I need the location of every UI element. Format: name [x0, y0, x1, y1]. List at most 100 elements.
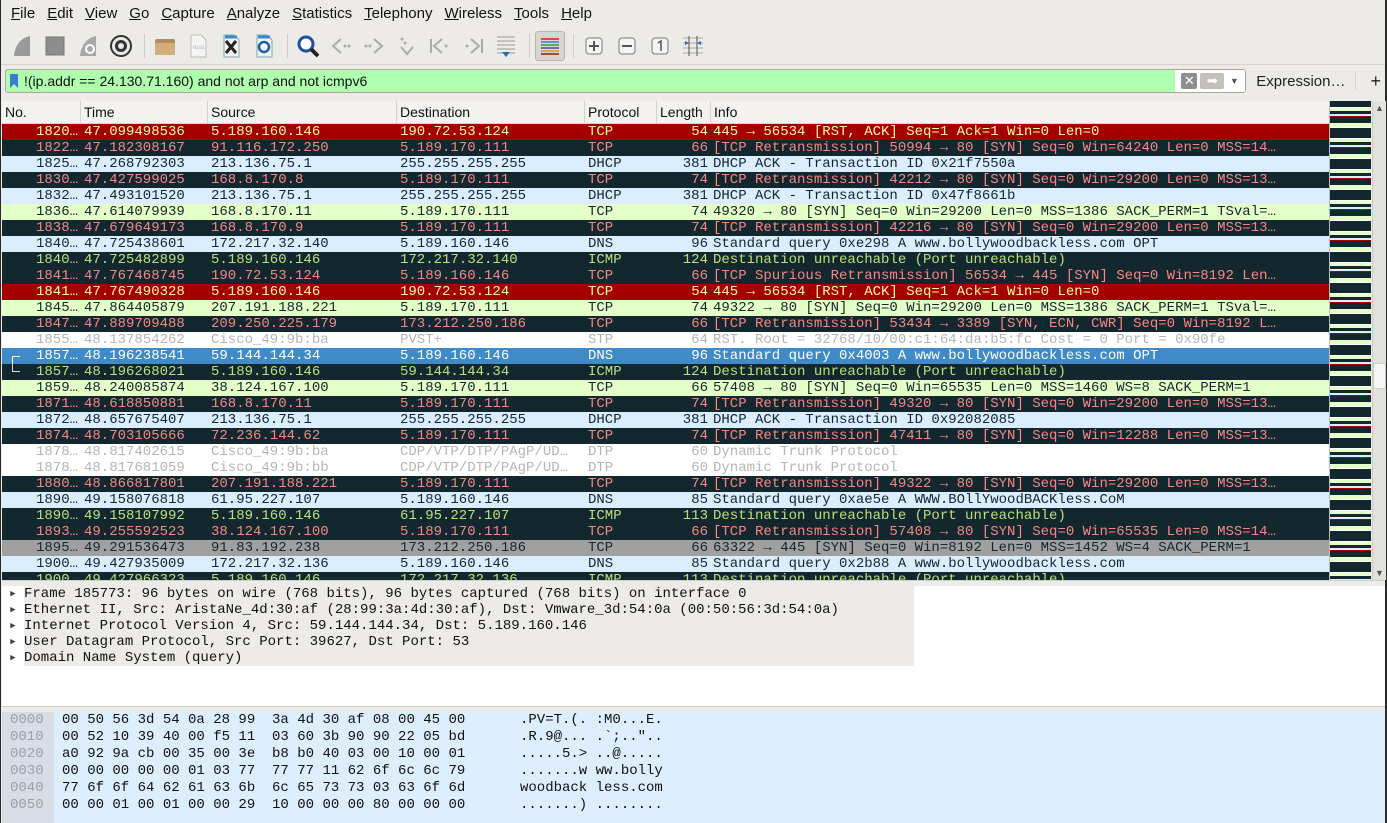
expand-arrow-icon[interactable]: ▶	[2, 653, 24, 663]
packet-row[interactable]: 1838… 47.679649173 168.8.170.9 5.189.170.11…	[2, 220, 1329, 236]
packet-row[interactable]: 1855… 48.137854262 Cisco_49:9b:ba PVST+ STP 6…	[2, 332, 1329, 348]
packet-row[interactable]: 1820… 47.099498536 5.189.160.146 190.72.53.…	[2, 124, 1329, 140]
expand-arrow-icon[interactable]: ▶	[2, 589, 24, 599]
scrollbar-thumb[interactable]	[1373, 363, 1386, 389]
stop-capture-button[interactable]	[40, 31, 70, 61]
hex-bytes[interactable]: 00 00 00 00 00 01 03 77 77 77 11 62 6f 6…	[54, 763, 510, 780]
go-to-packet-button[interactable]	[392, 31, 422, 61]
colorize-button[interactable]	[535, 30, 565, 61]
packet-list-scrollbar[interactable]: ▲ ▼	[1372, 101, 1386, 580]
packet-row[interactable]: 1847… 47.889709488 209.250.225.179 173.212.…	[2, 316, 1329, 332]
column-header-length[interactable]: Length	[657, 101, 711, 123]
packet-row[interactable]: 1857… 48.196268021 5.189.160.146 59.144.144…	[2, 364, 1329, 380]
hex-bytes[interactable]: 77 6f 6f 64 62 61 63 6b 6c 65 73 73 03 6…	[54, 780, 510, 797]
column-header-no[interactable]: No.	[2, 101, 81, 123]
detail-tree-item[interactable]: ▶ Frame 185773: 96 bytes on wire (768 bit…	[2, 586, 1385, 602]
column-header-source[interactable]: Source	[208, 101, 397, 123]
packet-minimap[interactable]	[1329, 101, 1371, 580]
packet-row[interactable]: 1825… 47.268792303 213.136.75.1 255.255.255…	[2, 156, 1329, 172]
ascii-bytes[interactable]: .....5.> ..@.....	[510, 746, 663, 763]
menu-tools[interactable]: Tools	[508, 5, 555, 22]
go-back-button[interactable]	[326, 31, 356, 61]
scroll-down-button[interactable]: ▼	[1373, 566, 1386, 580]
ascii-bytes[interactable]: .......) ........	[510, 797, 663, 814]
packet-row[interactable]: 1878… 48.817681059 Cisco_49:9b:bb CDP/VTP/D…	[2, 460, 1329, 476]
packet-row[interactable]: 1874… 48.703105666 72.236.144.62 5.189.170.…	[2, 428, 1329, 444]
scroll-up-button[interactable]: ▲	[1373, 101, 1386, 115]
packet-row[interactable]: 1890… 49.158076818 61.95.227.107 5.189.160.…	[2, 492, 1329, 508]
packet-row[interactable]: 1859… 48.240085874 38.124.167.100 5.189.170…	[2, 380, 1329, 396]
detail-tree-item[interactable]: ▶ Ethernet II, Src: AristaNe_4d:30:af (28…	[2, 602, 1385, 618]
expression-button[interactable]: Expression…	[1256, 72, 1357, 90]
packet-row[interactable]: 1836… 47.614079939 168.8.170.11 5.189.170.1…	[2, 204, 1329, 220]
go-last-button[interactable]	[458, 31, 488, 61]
open-file-button[interactable]	[150, 31, 180, 61]
menu-go[interactable]: Go	[123, 5, 155, 22]
hex-bytes[interactable]: 00 50 56 3d 54 0a 28 99 3a 4d 30 af 08 0…	[54, 712, 510, 729]
packet-row[interactable]: 1841… 47.767490328 5.189.160.146 190.72.53.…	[2, 284, 1329, 300]
packet-row[interactable]: 1871… 48.618850881 168.8.170.11 5.189.170.1…	[2, 396, 1329, 412]
packet-row[interactable]: 1900… 49.427935009 172.217.32.136 5.189.160…	[2, 556, 1329, 572]
hex-bytes[interactable]: a0 92 9a cb 00 35 00 3e b8 b0 40 03 00 1…	[54, 746, 510, 763]
zoom-out-button[interactable]	[612, 31, 642, 61]
ascii-bytes[interactable]: .R.9@... .`;.."..	[510, 729, 663, 746]
detail-tree-item[interactable]: ▶ Internet Protocol Version 4, Src: 59.14…	[2, 618, 1385, 634]
packet-row[interactable]: 1840… 47.725482899 5.189.160.146 172.217.32…	[2, 252, 1329, 268]
packet-row[interactable]: 1840… 47.725438601 172.217.32.140 5.189.160…	[2, 236, 1329, 252]
menu-analyze[interactable]: Analyze	[221, 5, 286, 22]
detail-tree-item[interactable]: ▶ Domain Name System (query)	[2, 650, 1385, 666]
menu-wireless[interactable]: Wireless	[439, 5, 509, 22]
packet-row[interactable]: 1880… 48.866817801 207.191.188.221 5.189.17…	[2, 476, 1329, 492]
ascii-bytes[interactable]: .......w ww.bolly	[510, 763, 663, 780]
menu-file[interactable]: File	[5, 5, 41, 22]
packet-row[interactable]: 1893… 49.255592523 38.124.167.100 5.189.170…	[2, 524, 1329, 540]
ascii-bytes[interactable]: .PV=T.(. :M0...E.	[510, 712, 663, 729]
hex-bytes[interactable]: 00 52 10 39 40 00 f5 11 03 60 3b 90 90 2…	[54, 729, 510, 746]
go-forward-button[interactable]	[359, 31, 389, 61]
resize-columns-button[interactable]	[678, 31, 708, 61]
capture-options-button[interactable]	[106, 31, 136, 61]
find-packet-button[interactable]	[293, 31, 323, 61]
packet-row[interactable]: 1822… 47.182308167 91.116.172.250 5.189.170…	[2, 140, 1329, 156]
restart-capture-button[interactable]	[73, 31, 103, 61]
packet-row[interactable]: 1832… 47.493101520 213.136.75.1 255.255.255…	[2, 188, 1329, 204]
column-header-protocol[interactable]: Protocol	[585, 101, 657, 123]
column-header-time[interactable]: Time	[81, 101, 208, 123]
expand-arrow-icon[interactable]: ▶	[2, 621, 24, 631]
expand-arrow-icon[interactable]: ▶	[2, 605, 24, 615]
start-capture-button[interactable]	[7, 31, 37, 61]
packet-row[interactable]: 1878… 48.817402615 Cisco_49:9b:ba CDP/VTP/D…	[2, 444, 1329, 460]
menu-edit[interactable]: Edit	[41, 5, 79, 22]
packet-row-selected[interactable]: 1857… 48.196238541 59.144.144.34 5.189.160.…	[2, 348, 1329, 364]
menu-capture[interactable]: Capture	[155, 5, 220, 22]
menu-view[interactable]: View	[79, 5, 123, 22]
normal-size-button[interactable]	[645, 31, 675, 61]
filter-bookmark-button[interactable]	[6, 70, 22, 92]
packet-row[interactable]: 1895… 49.291536473 91.83.192.238 173.212.25…	[2, 540, 1329, 556]
display-filter-input[interactable]	[22, 70, 1176, 92]
column-header-info[interactable]: Info	[711, 101, 1329, 123]
detail-tree-item[interactable]: ▶ User Datagram Protocol, Src Port: 39627…	[2, 634, 1385, 650]
packet-row[interactable]: 1830… 47.427599025 168.8.170.8 5.189.170.11…	[2, 172, 1329, 188]
zoom-in-button[interactable]	[579, 31, 609, 61]
go-first-button[interactable]	[425, 31, 455, 61]
packet-row[interactable]: 1845… 47.864405879 207.191.188.221 5.189.17…	[2, 300, 1329, 316]
menu-telephony[interactable]: Telephony	[358, 5, 438, 22]
column-header-destination[interactable]: Destination	[397, 101, 585, 123]
packet-row[interactable]: 1841… 47.767468745 190.72.53.124 5.189.160.…	[2, 268, 1329, 284]
clear-filter-button[interactable]: ✕	[1181, 73, 1198, 89]
packet-row[interactable]: 1890… 49.158107992 5.189.160.146 61.95.227.…	[2, 508, 1329, 524]
autoscroll-button[interactable]	[491, 31, 521, 61]
packet-row[interactable]: 1872… 48.657675407 213.136.75.1 255.255.255…	[2, 412, 1329, 428]
apply-filter-button[interactable]: ➡	[1200, 73, 1225, 89]
expand-arrow-icon[interactable]: ▶	[2, 637, 24, 647]
reload-file-button[interactable]	[249, 31, 279, 61]
close-file-button[interactable]	[216, 31, 246, 61]
menu-help[interactable]: Help	[555, 5, 598, 22]
ascii-bytes[interactable]: woodback less.com	[510, 780, 663, 797]
menu-statistics[interactable]: Statistics	[286, 5, 358, 22]
filter-history-dropdown[interactable]: ▼	[1227, 76, 1241, 86]
add-filter-button[interactable]: +	[1370, 71, 1381, 92]
save-file-button[interactable]: 0101	[183, 31, 213, 61]
hex-bytes[interactable]: 00 00 01 00 01 00 00 29 10 00 00 00 80 0…	[54, 797, 510, 814]
